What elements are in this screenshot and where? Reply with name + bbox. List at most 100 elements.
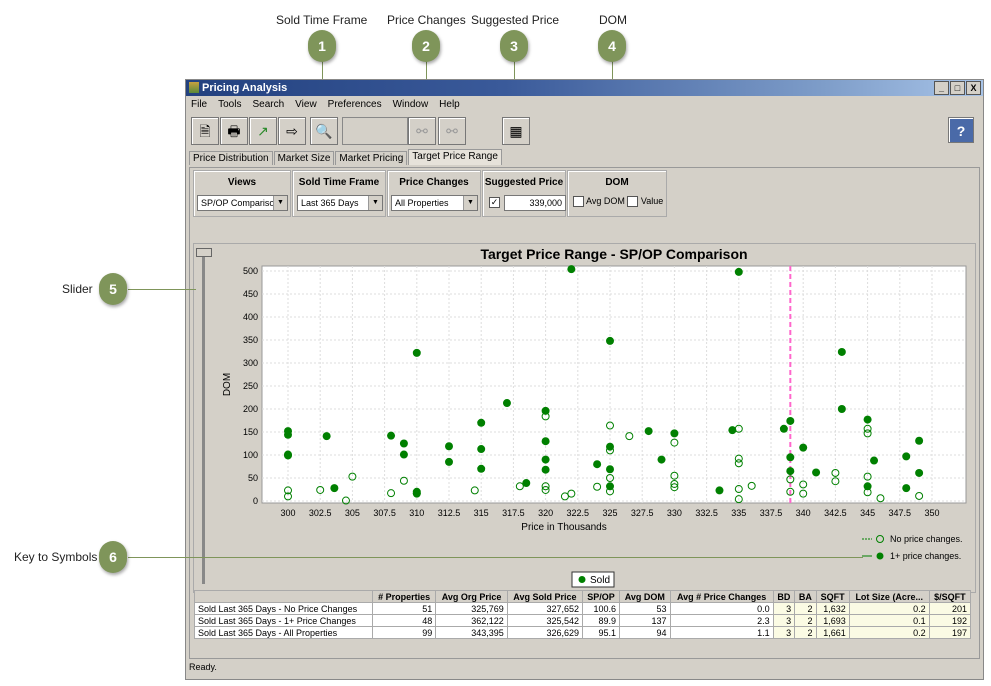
table-cell: 99 xyxy=(372,626,437,639)
table-cell: 0.1 xyxy=(848,614,930,627)
column-header[interactable]: BA xyxy=(794,590,817,603)
menu-window[interactable]: Window xyxy=(393,97,429,112)
summary-table: # Properties Avg Org Price Avg Sold Price S… xyxy=(193,590,972,639)
suggested-price-checkbox[interactable]: ✓ xyxy=(489,197,500,208)
grid-icon[interactable]: ▦ xyxy=(502,117,530,145)
views-title: Views xyxy=(227,177,257,188)
suggested-price-input[interactable]: 339,000 xyxy=(504,195,566,211)
table-cell: 100.6 xyxy=(582,602,620,615)
table-cell: Sold Last 365 Days - No Price Changes xyxy=(193,602,374,615)
table-row[interactable]: Sold Last 365 Days - All Properties 99 343… xyxy=(193,626,972,639)
table-row[interactable]: Sold Last 365 Days - 1+ Price Changes 48 3… xyxy=(193,614,972,627)
point-price-changes xyxy=(567,265,576,274)
x-tick-label: 332.5 xyxy=(695,508,718,518)
app-icon xyxy=(189,82,199,93)
print-icon[interactable]: 🖶 xyxy=(220,117,248,145)
column-header[interactable]: Avg # Price Changes xyxy=(669,590,774,603)
help-icon[interactable]: ? xyxy=(948,117,974,143)
table-cell: 53 xyxy=(619,602,671,615)
menu-file[interactable]: File xyxy=(191,97,207,112)
slider-track[interactable] xyxy=(202,250,205,584)
close-button[interactable]: X xyxy=(966,81,981,95)
column-header[interactable]: Lot Size (Acre... xyxy=(848,590,930,603)
price-changes-select[interactable]: All Properties ▼ xyxy=(391,195,478,211)
maximize-button[interactable]: □ xyxy=(950,81,965,95)
minimize-button[interactable]: _ xyxy=(934,81,949,95)
menu-preferences[interactable]: Preferences xyxy=(328,97,382,112)
table-cell: 94 xyxy=(619,626,671,639)
menu-help[interactable]: Help xyxy=(439,97,460,112)
preview-icon[interactable]: 🗎 xyxy=(191,117,219,145)
avg-dom-checkbox[interactable] xyxy=(573,196,584,208)
column-header[interactable]: $/SQFT xyxy=(928,590,972,603)
menu-bar: File Tools Search View Preferences Windo… xyxy=(186,97,983,112)
point-price-changes xyxy=(399,450,408,459)
menu-tools[interactable]: Tools xyxy=(218,97,241,112)
views-select[interactable]: SP/OP Comparison ▼ xyxy=(197,195,288,211)
table-cell: 1,632 xyxy=(815,602,850,615)
send-icon[interactable]: ⇨ xyxy=(278,117,306,145)
x-tick-label: 300 xyxy=(280,508,295,518)
legend-price-changes: 1+ price changes. xyxy=(890,551,961,561)
summary-table-wrap: # Properties Avg Org Price Avg Sold Price S… xyxy=(193,590,972,639)
tab-market-size[interactable]: Market Size xyxy=(273,151,335,165)
column-header[interactable]: SP/OP xyxy=(582,590,620,603)
value-checkbox[interactable] xyxy=(627,196,639,208)
table-cell: 1,661 xyxy=(815,626,850,639)
point-price-changes xyxy=(915,436,924,445)
column-header[interactable]: Avg DOM xyxy=(619,590,671,603)
callout-label-sold-time-frame: Sold Time Frame xyxy=(276,13,368,27)
y-tick-label: 250 xyxy=(243,381,258,391)
table-cell: 95.1 xyxy=(582,626,620,639)
binoculars-next-icon[interactable]: ⚯ xyxy=(438,117,466,145)
table-cell: 2 xyxy=(794,626,817,639)
table-cell: 0.2 xyxy=(848,602,930,615)
x-tick-label: 345 xyxy=(860,508,875,518)
table-cell: 1,693 xyxy=(815,614,850,627)
point-price-changes xyxy=(412,348,421,357)
y-tick-label: 0 xyxy=(253,496,258,506)
column-header[interactable] xyxy=(193,590,374,603)
callout-3: 3 xyxy=(500,30,528,62)
y-tick-label: 150 xyxy=(243,427,258,437)
search-icon[interactable]: 🔍 xyxy=(310,117,338,145)
table-cell: 327,652 xyxy=(506,602,584,615)
point-price-changes xyxy=(477,445,486,454)
point-price-changes xyxy=(284,451,292,460)
views-value: SP/OP Comparison xyxy=(201,198,280,208)
avg-dom-label: Avg DOM xyxy=(586,196,625,206)
tab-market-pricing[interactable]: Market Pricing xyxy=(335,151,408,165)
column-header[interactable]: SQFT xyxy=(815,590,850,603)
column-header[interactable]: Avg Sold Price xyxy=(506,590,584,603)
search-field[interactable] xyxy=(342,117,408,145)
status-text: Ready. xyxy=(189,662,217,672)
point-price-changes xyxy=(915,468,924,477)
y-tick-label: 500 xyxy=(243,266,258,276)
x-tick-label: 340 xyxy=(796,508,811,518)
column-header[interactable]: # Properties xyxy=(372,590,437,603)
column-header[interactable]: Avg Org Price xyxy=(435,590,508,603)
table-cell: 1.1 xyxy=(669,626,774,639)
table-cell: 0.0 xyxy=(669,602,774,615)
y-tick-label: 50 xyxy=(248,473,258,483)
x-tick-label: 350 xyxy=(924,508,939,518)
export-icon[interactable]: ↗ xyxy=(249,117,277,145)
point-price-changes xyxy=(541,465,550,474)
table-cell: 3 xyxy=(772,614,796,627)
legend-open-circle-icon xyxy=(876,535,884,543)
menu-view[interactable]: View xyxy=(295,97,317,112)
table-row[interactable]: Sold Last 365 Days - No Price Changes 51 3… xyxy=(193,602,972,615)
x-tick-label: 310 xyxy=(409,508,424,518)
plot-area xyxy=(261,265,967,504)
binoculars-icon[interactable]: ⚯ xyxy=(408,117,436,145)
column-header[interactable]: BD xyxy=(772,590,796,603)
callout-2: 2 xyxy=(412,30,440,62)
table-cell: 137 xyxy=(619,614,671,627)
x-tick-label: 312.5 xyxy=(438,508,461,518)
time-frame-select[interactable]: Last 365 Days ▼ xyxy=(297,195,383,211)
point-price-changes xyxy=(284,430,292,439)
tab-target-price-range[interactable]: Target Price Range xyxy=(408,149,502,165)
menu-search[interactable]: Search xyxy=(252,97,284,112)
tab-price-distribution[interactable]: Price Distribution xyxy=(189,151,273,165)
point-price-changes xyxy=(670,429,679,438)
